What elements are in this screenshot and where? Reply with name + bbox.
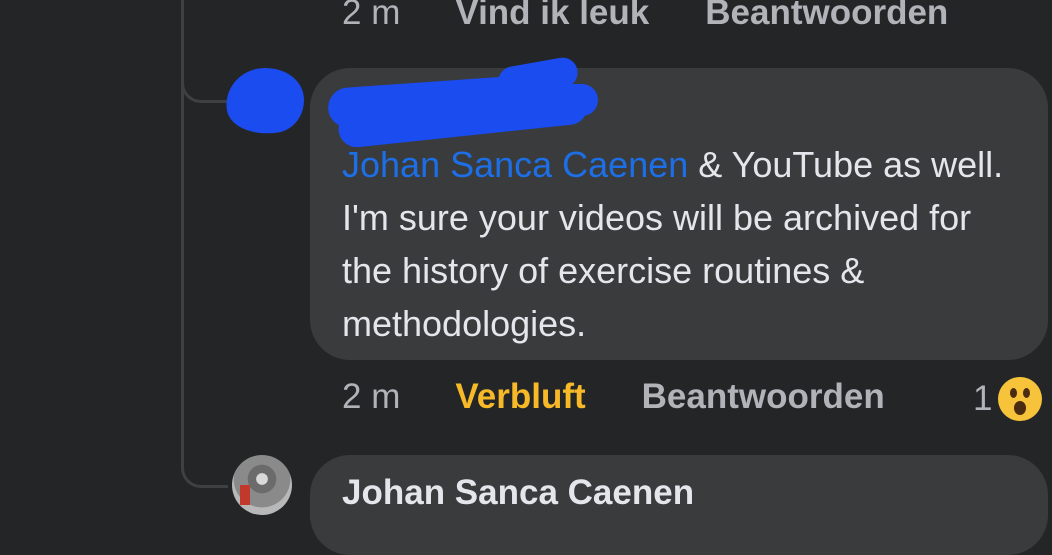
wow-emoji-icon xyxy=(998,377,1043,421)
mention-link[interactable]: Johan Sanca Caenen xyxy=(342,144,688,185)
redacted-avatar[interactable] xyxy=(221,62,309,140)
thread-branch xyxy=(181,60,228,103)
comment-time: 2 m xyxy=(342,0,401,32)
comment-text: Johan Sanca Caenen & YouTube as well. I'… xyxy=(342,138,1022,350)
reply-button[interactable]: Beantwoorden xyxy=(642,377,885,417)
reply-button[interactable]: Beantwoorden xyxy=(705,0,948,33)
reaction-summary[interactable]: 1 xyxy=(973,377,1043,421)
comment-actions: 2 m Verbluft Beantwoorden xyxy=(342,377,941,417)
comment-time: 2 m xyxy=(342,377,401,416)
like-button[interactable]: Vind ik leuk xyxy=(455,0,649,33)
comment-author[interactable]: Johan Sanca Caenen xyxy=(342,473,694,513)
reaction-button[interactable]: Verbluft xyxy=(455,377,585,417)
redacted-author-name[interactable] xyxy=(326,55,598,149)
comment-actions-top: 2 m Vind ik leuk Beantwoorden xyxy=(342,0,1004,33)
avatar[interactable] xyxy=(232,455,292,515)
thread-branch xyxy=(181,440,228,488)
reaction-count: 1 xyxy=(973,379,993,418)
